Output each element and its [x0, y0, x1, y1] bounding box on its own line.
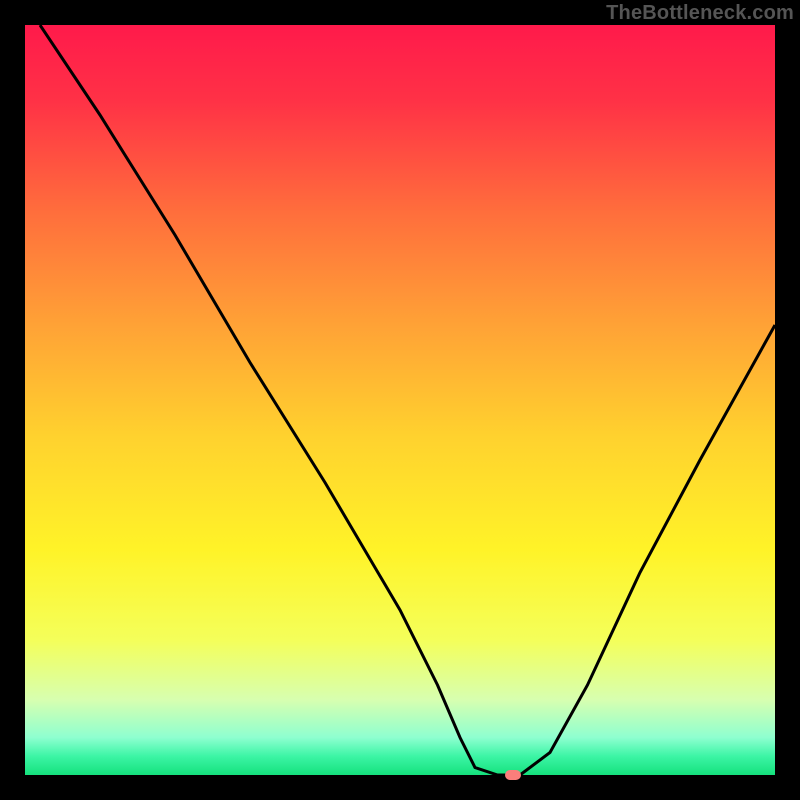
optimal-point-marker: [505, 770, 521, 780]
chart-background: [25, 25, 775, 775]
watermark-text: TheBottleneck.com: [606, 2, 794, 25]
bottleneck-chart: [25, 25, 775, 775]
chart-frame: [25, 25, 775, 775]
